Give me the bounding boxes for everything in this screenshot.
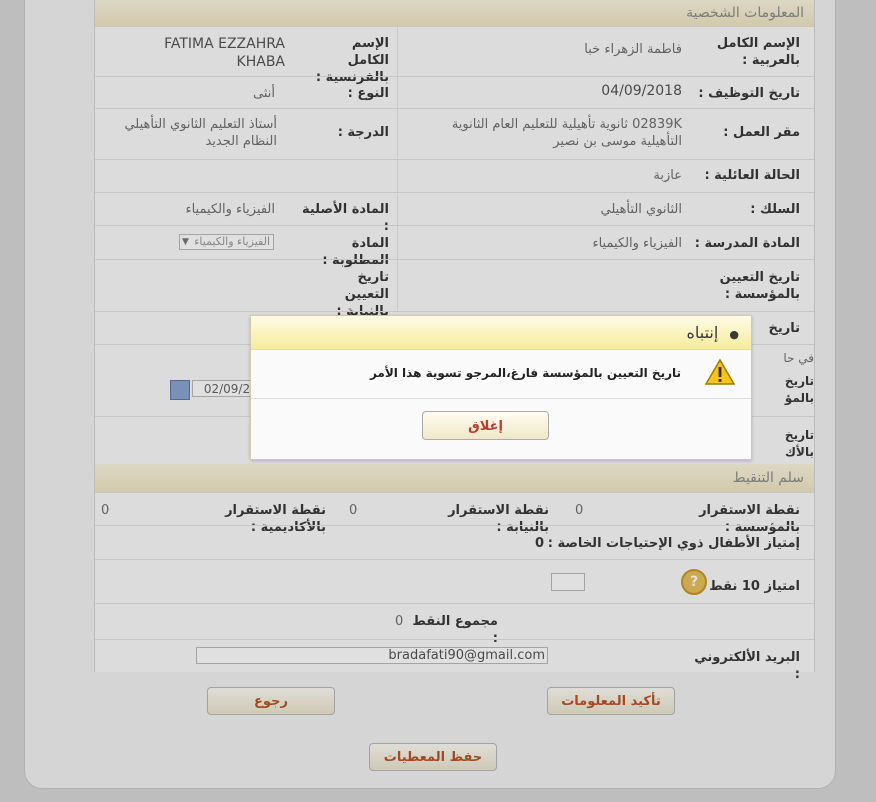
dialog-divider (251, 398, 751, 399)
close-button[interactable]: إغلاق (422, 411, 549, 440)
dialog-title: إنتباه (686, 323, 719, 342)
bullet-icon: ● (729, 328, 739, 341)
dialog-message: تاريخ التعيين بالمؤسسة فارغ،المرجو تسوية… (369, 366, 681, 380)
warning-icon (704, 358, 736, 385)
alert-dialog: ● إنتباه تاريخ التعيين بالمؤسسة فارغ،الم… (250, 315, 752, 460)
dialog-title-bar: ● إنتباه (251, 316, 751, 350)
